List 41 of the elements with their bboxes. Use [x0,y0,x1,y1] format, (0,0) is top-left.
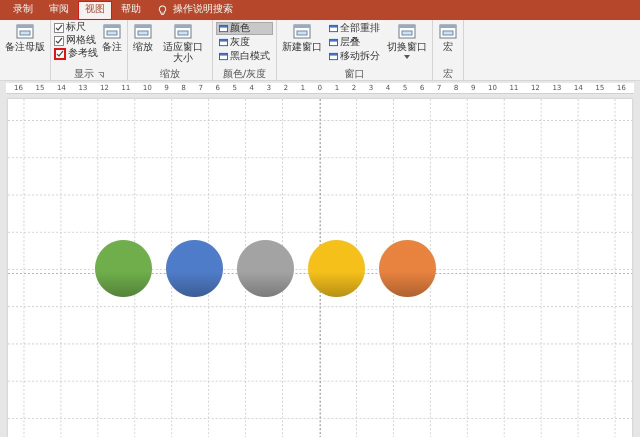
ribbon-tab[interactable]: 录制 [6,1,40,20]
ribbon-small-button[interactable]: 黑白模式 [216,50,273,63]
group-label: 颜色/灰度 [222,69,266,80]
ribbon-small-button[interactable]: 移动拆分 [326,50,383,63]
window-icon [329,24,338,33]
ribbon-button[interactable]: 缩放 [131,22,155,69]
ribbon-checkbox[interactable]: 网格线 [54,35,98,47]
window-icon [219,52,228,61]
ribbon-button[interactable]: 新建窗口 [280,22,324,69]
group-label: 宏 [443,69,453,80]
window-icon [292,23,312,41]
group-label: 窗口 [344,69,364,80]
ribbon-button[interactable]: 备注 [100,22,124,69]
window-icon [173,23,193,41]
ribbon-button[interactable]: 备注母版 [3,22,47,69]
ribbon-checkbox[interactable]: 标尺 [54,22,98,34]
ribbon-small-button[interactable]: 全部重排 [326,22,383,35]
ribbon-button[interactable]: 适应窗口大小 [157,22,209,69]
ribbon-button[interactable]: 宏 [436,22,460,69]
ribbon-tab[interactable]: 审阅 [42,1,76,20]
lightbulb-icon [158,5,167,16]
window-icon [102,23,122,41]
window-icon [329,38,338,47]
group-label: 缩放 [160,69,180,80]
ribbon-tab[interactable]: 视图 [78,1,112,20]
ribbon-small-button[interactable]: 灰度 [216,36,273,49]
ribbon-small-button[interactable]: 颜色 [216,22,273,35]
ribbon-button[interactable]: 切换窗口 [385,22,429,69]
window-icon [397,23,417,41]
window-icon [219,24,228,33]
window-icon [15,23,35,41]
ribbon-small-button[interactable]: 层叠 [326,36,383,49]
dialog-launcher-icon[interactable] [98,72,104,78]
window-icon [133,23,153,41]
group-label: 显示 [74,69,94,80]
window-icon [219,38,228,47]
tell-me-search[interactable]: 操作说明搜索 [173,4,233,16]
window-icon [329,52,338,61]
ribbon-tab[interactable]: 帮助 [114,1,148,20]
window-icon [438,23,458,41]
ribbon-checkbox[interactable]: 参考线 [54,48,98,60]
